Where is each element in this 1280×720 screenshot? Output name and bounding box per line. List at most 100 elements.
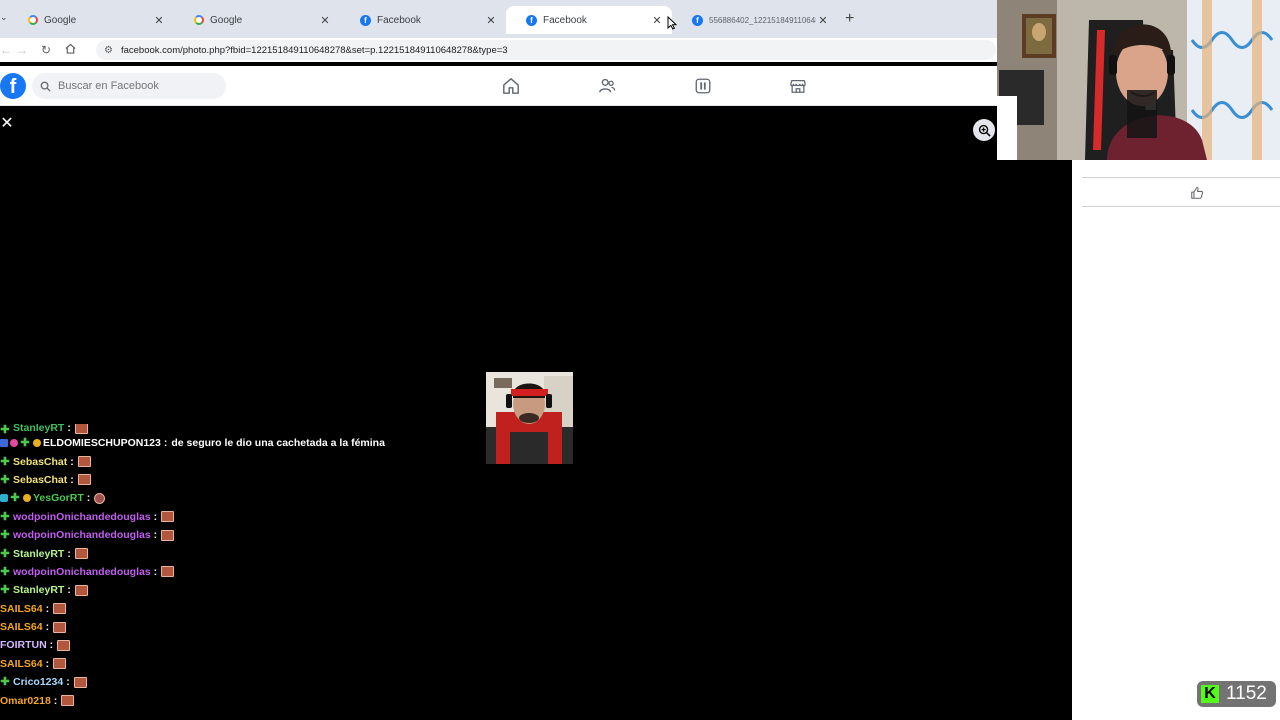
divider: [1082, 177, 1280, 178]
browser-tab-google-1[interactable]: Google ✕: [8, 6, 174, 34]
chat-username: Crico1234: [13, 676, 64, 689]
tab-search-chevron-icon[interactable]: ⌄: [0, 12, 8, 23]
chat-username: SAILS64: [0, 657, 43, 670]
reload-icon[interactable]: ↻: [34, 43, 58, 57]
chat-separator: :: [49, 639, 54, 652]
chat-badge-icon: [23, 494, 31, 503]
tab-close-icon[interactable]: ✕: [484, 14, 498, 27]
chat-separator: :: [45, 602, 50, 615]
chat-message: ✚ SebasChat:: [0, 452, 420, 470]
subscriber-badge-icon: ✚: [0, 473, 10, 486]
chat-separator: :: [153, 529, 158, 542]
chat-username: StanleyRT: [13, 424, 65, 434]
chat-emote-icon: [77, 474, 91, 486]
stream-chat-overlay: ✚ StanleyRT: ✚ ELDOMIESCHUPON123: de seguro …: [0, 424, 420, 710]
tab-title: Facebook: [377, 14, 421, 26]
like-button[interactable]: [1187, 184, 1207, 202]
comments-panel: [1072, 160, 1280, 720]
browser-tab-strip: ⌄ Google ✕ Google ✕ f Facebook ✕ f Faceb…: [0, 0, 1000, 38]
chat-message: ✚ SebasChat:: [0, 471, 420, 489]
chat-message: ✚ wodpoinOnichandedouglas:: [0, 563, 420, 581]
chat-badge-icon: [10, 439, 18, 448]
zoom-in-button[interactable]: [973, 119, 995, 141]
chat-separator: :: [53, 694, 58, 707]
chat-message: Omar0218:: [0, 691, 420, 709]
site-settings-icon[interactable]: ⚙: [104, 45, 113, 56]
streamer-webcam: [997, 0, 1280, 160]
chat-separator: :: [70, 473, 74, 486]
chat-emote-icon: [53, 603, 67, 615]
thumbs-up-icon: [1191, 187, 1204, 199]
search-input[interactable]: [58, 80, 208, 92]
forward-arrow-icon[interactable]: →: [10, 43, 34, 57]
chat-username: Omar0218: [0, 694, 51, 707]
search-icon: [40, 81, 51, 92]
subscriber-badge-icon: ✚: [10, 492, 20, 505]
chat-username: YesGorRT: [33, 492, 84, 505]
chat-emote-icon: [53, 621, 67, 633]
tab-close-icon[interactable]: ✕: [650, 14, 664, 27]
chat-emote-icon: [74, 584, 88, 596]
facebook-search-box[interactable]: [32, 73, 226, 99]
chat-message: SAILS64:: [0, 618, 420, 636]
chat-separator: :: [67, 424, 71, 434]
chat-emote-icon: [94, 492, 106, 504]
google-icon: [28, 15, 38, 25]
chat-username: StanleyRT: [13, 584, 65, 597]
browser-tab-google-2[interactable]: Google ✕: [174, 6, 340, 34]
subscriber-badge-icon: ✚: [0, 565, 10, 578]
nav-marketplace-icon[interactable]: [788, 76, 808, 96]
chat-badge-icon: [33, 439, 41, 448]
chat-username: SebasChat: [13, 455, 68, 468]
facebook-logo[interactable]: f: [0, 73, 26, 99]
chat-badge-icon: [0, 494, 8, 503]
viewer-counter: K 1152: [1197, 681, 1276, 707]
chat-message-text: de seguro le dio una cachetada a la fémi…: [171, 437, 385, 450]
zoom-in-icon: [978, 124, 991, 137]
back-arrow-icon[interactable]: ←: [0, 43, 12, 57]
tab-title: 556886402_1221518491106482: [709, 15, 816, 25]
browser-tab-facebook-active[interactable]: f Facebook ✕: [506, 6, 672, 34]
new-tab-plus-icon[interactable]: +: [845, 10, 854, 28]
chat-message: ✚ ELDOMIESCHUPON123: de seguro le dio una …: [0, 434, 420, 452]
tab-close-icon[interactable]: ✕: [152, 14, 166, 27]
chat-username: wodpoinOnichandedouglas: [13, 565, 151, 578]
google-icon: [194, 15, 204, 25]
nav-home-icon[interactable]: [501, 76, 521, 96]
facebook-header: f: [0, 66, 1000, 106]
browser-tab-facebook-1[interactable]: f Facebook ✕: [340, 6, 506, 34]
chat-emote-icon: [77, 456, 91, 468]
tab-title: Google: [210, 14, 243, 26]
subscriber-badge-icon: ✚: [0, 547, 10, 560]
chat-message: ✚ StanleyRT:: [0, 581, 420, 599]
chat-username: StanleyRT: [13, 547, 65, 560]
chat-message: ✚ wodpoinOnichandedouglas:: [0, 526, 420, 544]
nav-watch-icon[interactable]: [693, 76, 713, 96]
tab-close-icon[interactable]: ✕: [816, 14, 830, 27]
address-bar[interactable]: ⚙ facebook.com/photo.php?fbid=1221518491…: [96, 40, 996, 60]
chat-message: SAILS64:: [0, 655, 420, 673]
subscriber-badge-icon: ✚: [0, 510, 10, 523]
chat-separator: :: [153, 565, 158, 578]
home-icon[interactable]: [58, 43, 82, 57]
subscriber-badge-icon: ✚: [20, 437, 30, 450]
chat-emote-icon: [74, 424, 88, 434]
close-icon[interactable]: ✕: [0, 113, 14, 133]
chat-message: SAILS64:: [0, 600, 420, 618]
chat-username: ELDOMIESCHUPON123: [43, 437, 161, 450]
chat-emote-icon: [53, 658, 67, 670]
chat-separator: :: [67, 584, 71, 597]
chat-emote-icon: [161, 511, 175, 523]
chat-emote-icon: [61, 695, 75, 707]
photo-image[interactable]: [486, 372, 573, 464]
tab-close-icon[interactable]: ✕: [318, 14, 332, 27]
facebook-icon: f: [360, 14, 371, 26]
chat-separator: :: [70, 455, 74, 468]
chat-separator: :: [45, 657, 50, 670]
chat-separator: :: [66, 676, 70, 689]
browser-tab-facebook-photo[interactable]: f 556886402_1221518491106482 ✕: [672, 6, 838, 34]
tab-title: Facebook: [543, 14, 587, 26]
chat-message: ✚ StanleyRT:: [0, 544, 420, 562]
chat-emote-icon: [74, 548, 88, 560]
nav-friends-icon[interactable]: [597, 76, 617, 96]
